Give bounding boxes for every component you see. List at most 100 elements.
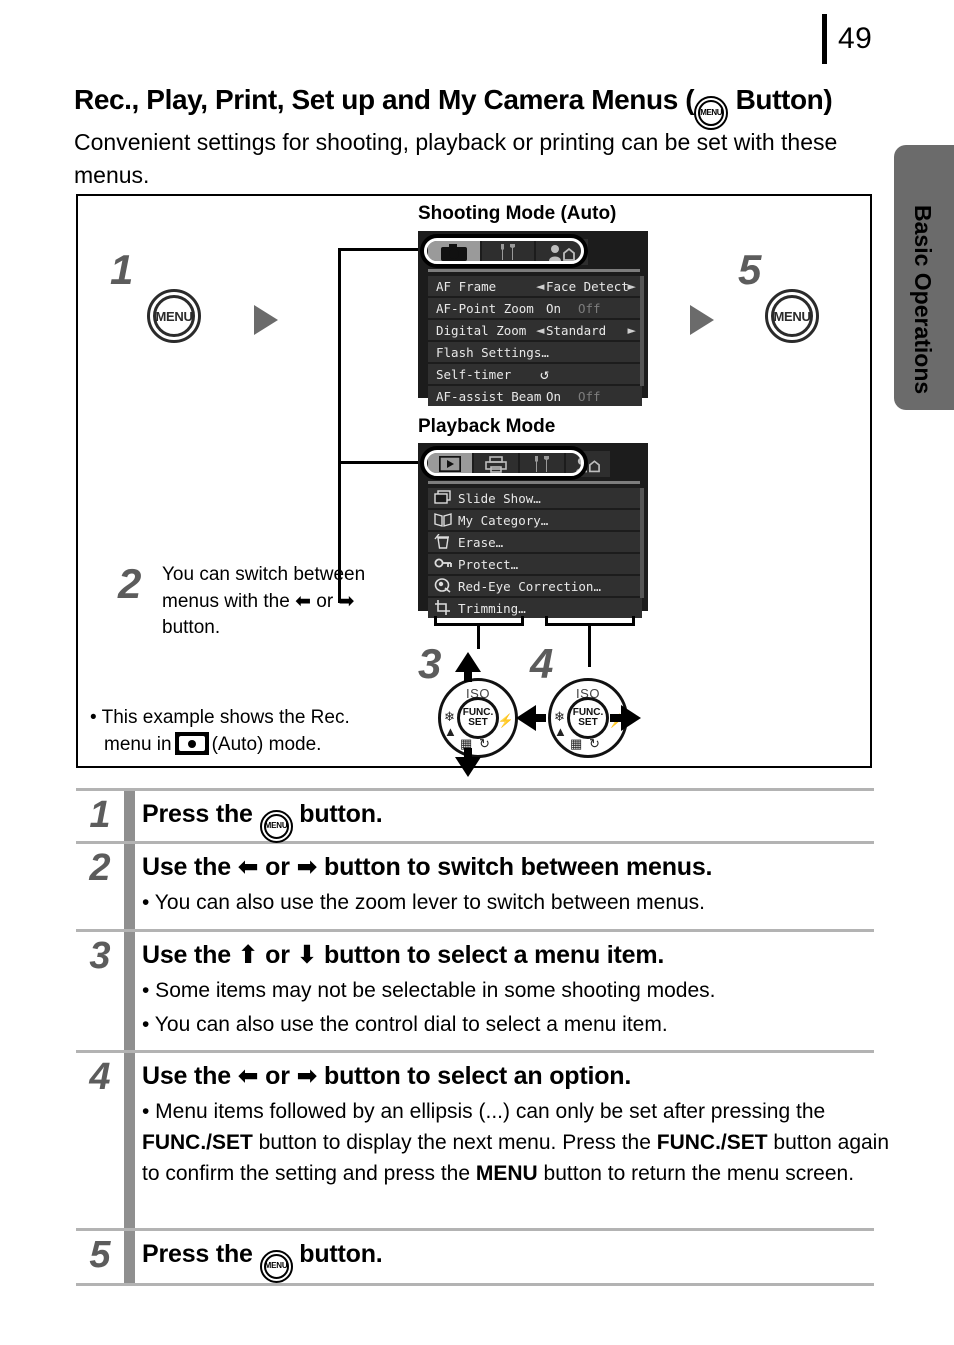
landscape-icon: ▲ bbox=[554, 724, 567, 739]
step-row-4: 4 Use the ⬅ or ➡ button to select an opt… bbox=[76, 1053, 889, 1228]
step-bullet: • You can also use the control dial to s… bbox=[142, 1013, 668, 1036]
step-title-before: Use the bbox=[142, 941, 231, 969]
step-accent-bar bbox=[124, 1053, 135, 1228]
scrollbar[interactable] bbox=[640, 276, 644, 386]
step-number: 1 bbox=[89, 794, 111, 836]
step-title-after: button to select a menu item. bbox=[324, 941, 665, 969]
step-title-mid: or bbox=[265, 941, 290, 969]
control-dial-3[interactable]: ISO FUNC. SET ❄ ▲ ⚡ ▦ ↻ bbox=[430, 670, 526, 766]
left-arrow-icon: ⬅ bbox=[237, 852, 259, 881]
step-title-before: Use the bbox=[142, 1062, 231, 1090]
menu-item-name: AF Frame bbox=[436, 278, 497, 294]
step-title: Press the MENU button. bbox=[142, 797, 874, 843]
key-icon bbox=[434, 556, 454, 572]
step-bullet: • Some items may not be selectable in so… bbox=[142, 979, 716, 1002]
step-bullet: • You can also use the zoom lever to swi… bbox=[142, 891, 706, 914]
bullet-bold-2: FUNC./SET bbox=[656, 1131, 768, 1154]
table-row[interactable]: Erase… bbox=[428, 532, 642, 552]
macro-flower-icon: ❄ bbox=[554, 709, 565, 724]
step-title: Use the ⬅ or ➡ button to select an optio… bbox=[142, 1059, 874, 1093]
macro-flower-icon: ❄ bbox=[444, 709, 455, 724]
table-row[interactable]: Self-timer ↺ bbox=[428, 364, 642, 384]
category-icon bbox=[434, 512, 454, 528]
menu-item-name: Protect… bbox=[458, 556, 519, 572]
table-row[interactable]: Flash Settings… bbox=[428, 342, 642, 362]
func-set-button[interactable]: FUNC. SET bbox=[567, 697, 609, 739]
step-accent-bar bbox=[124, 791, 135, 841]
self-timer-icon: ↻ bbox=[589, 736, 600, 751]
bullet-bold-3: MENU bbox=[475, 1162, 538, 1185]
figure-menu-button-1-label: MENU bbox=[153, 295, 195, 337]
step-row-2: 2 Use the ⬅ or ➡ button to switch betwee… bbox=[76, 844, 874, 929]
figure-menu-button-5[interactable]: MENU bbox=[765, 289, 819, 343]
menu-item-name: Erase… bbox=[458, 534, 504, 550]
step2-note-line1: You can switch between bbox=[162, 564, 366, 585]
func-set-button[interactable]: FUNC. SET bbox=[457, 697, 499, 739]
dial-arrow-left-stem bbox=[534, 714, 546, 722]
table-row[interactable]: My Category… bbox=[428, 510, 642, 530]
step-accent-bar bbox=[124, 844, 135, 929]
self-timer-icon: ↺ bbox=[540, 365, 550, 383]
playback-menu-divider bbox=[428, 481, 640, 484]
figure-step-2-number: 2 bbox=[118, 560, 142, 607]
table-row[interactable]: AF-Point Zoom On Off bbox=[428, 298, 642, 318]
trimming-icon bbox=[434, 600, 454, 616]
auto-mode-icon bbox=[174, 732, 209, 755]
dial-arrow-left bbox=[516, 705, 536, 731]
menu-item-name: Self-timer bbox=[436, 366, 512, 382]
step-number: 4 bbox=[89, 1056, 111, 1098]
steps-list: 1 Press the MENU button. 2 Use the ⬅ or … bbox=[76, 788, 889, 1286]
figure-arrow-right-1 bbox=[254, 305, 278, 335]
left-arrow-icon: ⬅ bbox=[237, 1061, 259, 1090]
self-timer-icon: ↻ bbox=[479, 736, 490, 751]
bullet-part-4: button to return the menu screen. bbox=[537, 1162, 855, 1185]
bullet-bold-1: FUNC./SET bbox=[142, 1131, 253, 1154]
menu-item-value-off: Off bbox=[578, 300, 601, 316]
table-row[interactable]: Slide Show… bbox=[428, 488, 642, 508]
playback-mode-label: Playback Mode bbox=[418, 416, 556, 437]
page-number: 49 bbox=[838, 22, 873, 55]
bullet-part-1: • Menu items followed by an ellipsis (..… bbox=[142, 1100, 826, 1123]
table-row[interactable]: Protect… bbox=[428, 554, 642, 574]
step-title-before: Use the bbox=[142, 853, 231, 881]
shooting-mode-label: Shooting Mode (Auto) bbox=[418, 203, 617, 224]
step-accent-bar bbox=[124, 1231, 135, 1283]
menu-item-value: On bbox=[546, 388, 562, 404]
step-title-before: Press the bbox=[142, 800, 253, 828]
menu-item-name: Digital Zoom bbox=[436, 322, 527, 338]
step-title: Use the ⬅ or ➡ button to switch between … bbox=[142, 850, 874, 884]
flash-icon: ⚡ bbox=[497, 713, 514, 728]
scrollbar[interactable] bbox=[640, 488, 644, 598]
set-label: SET bbox=[578, 717, 598, 728]
step-number: 3 bbox=[89, 935, 111, 977]
menu-item-value: On bbox=[546, 300, 562, 316]
bracket-4-right bbox=[632, 616, 635, 626]
bracket-3-right bbox=[521, 616, 524, 626]
landscape-icon: ▲ bbox=[444, 724, 457, 739]
bracket-3-stem bbox=[477, 623, 480, 649]
menu-button-icon-label: MENU bbox=[700, 108, 723, 117]
menu-item-name: Red-Eye Correction… bbox=[458, 578, 601, 594]
step-title: Press the MENU button. bbox=[142, 1237, 874, 1283]
table-row[interactable]: AF-assist Beam On Off bbox=[428, 386, 642, 406]
shooting-tabs-highlight-inner bbox=[424, 238, 584, 264]
right-arrow-icon: ➡ bbox=[296, 1061, 318, 1090]
bullet-part-2: button to display the next menu. Press t… bbox=[252, 1131, 657, 1154]
dial-arrow-right-stem bbox=[610, 714, 622, 722]
menu-button-icon: MENU bbox=[259, 1249, 293, 1283]
right-arrow-icon: ➡ bbox=[296, 852, 318, 881]
table-row[interactable]: AF Frame ◄ Face Detect ► bbox=[428, 276, 642, 296]
step-title-before: Press the bbox=[142, 1240, 253, 1268]
step-title-after: button. bbox=[299, 1240, 383, 1268]
figure-menu-button-1[interactable]: MENU bbox=[147, 289, 201, 343]
continuous-drive-icon: ▦ bbox=[570, 736, 583, 751]
figure-menu-button-5-label: MENU bbox=[771, 295, 813, 337]
table-row[interactable]: Red-Eye Correction… bbox=[428, 576, 642, 596]
playback-menu-rows: Slide Show… My Category… Erase… Protect…… bbox=[428, 488, 642, 620]
step-row-5: 5 Press the MENU button. bbox=[76, 1231, 874, 1283]
step-title-after: button to switch between menus. bbox=[324, 853, 713, 881]
table-row[interactable]: Trimming… bbox=[428, 598, 642, 618]
left-arrow-icon: ⬅ bbox=[295, 590, 311, 612]
table-row[interactable]: Digital Zoom ◄ Standard ► bbox=[428, 320, 642, 340]
page-title: Rec., Play, Print, Set up and My Camera … bbox=[74, 84, 894, 130]
